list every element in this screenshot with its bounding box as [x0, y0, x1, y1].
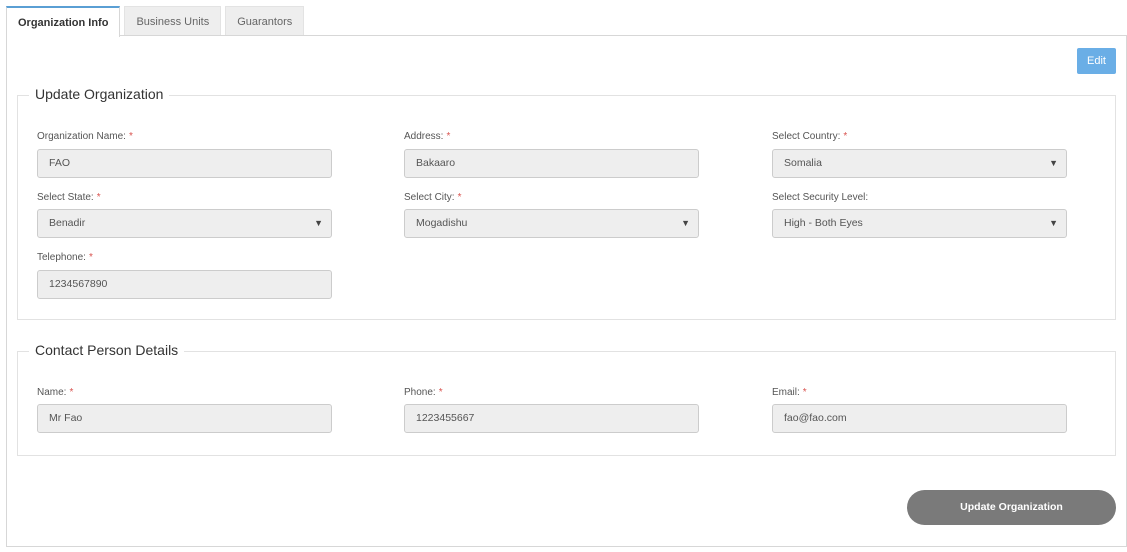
country-select[interactable]: Somalia ▼	[772, 149, 1067, 178]
chevron-down-icon: ▼	[681, 218, 690, 228]
tab-business-units[interactable]: Business Units	[124, 6, 222, 36]
country-select-value: Somalia	[784, 157, 822, 169]
update-organization-button[interactable]: Update Organization	[907, 490, 1116, 525]
org-name-input[interactable]: FAO	[37, 149, 332, 178]
chevron-down-icon: ▼	[1049, 158, 1058, 168]
contact-email-input[interactable]: fao@fao.com	[772, 404, 1067, 433]
contact-phone-input[interactable]: 1223455667	[404, 404, 699, 433]
city-select-value: Mogadishu	[416, 217, 468, 229]
org-name-label: Organization Name: *	[37, 131, 133, 142]
contact-name-input[interactable]: Mr Fao	[37, 404, 332, 433]
city-label: Select City: *	[404, 192, 462, 203]
contact-person-title: Contact Person Details	[29, 342, 185, 358]
tab-guarantors[interactable]: Guarantors	[225, 6, 305, 36]
country-label: Select Country: *	[772, 131, 848, 142]
chevron-down-icon: ▼	[1049, 218, 1058, 228]
edit-button[interactable]: Edit	[1077, 48, 1116, 74]
tab-bar: Organization Info Business Units Guarant…	[6, 6, 308, 37]
tab-organization-info[interactable]: Organization Info	[6, 6, 121, 37]
state-select-value: Benadir	[49, 217, 86, 229]
contact-phone-label: Phone: *	[404, 387, 443, 398]
state-label: Select State: *	[37, 192, 101, 203]
update-organization-title: Update Organization	[29, 86, 170, 102]
security-level-label: Select Security Level:	[772, 192, 869, 203]
address-input[interactable]: Bakaaro	[404, 149, 699, 178]
security-level-select[interactable]: High - Both Eyes ▼	[772, 209, 1067, 238]
address-label: Address: *	[404, 131, 451, 142]
contact-name-label: Name: *	[37, 387, 74, 398]
telephone-input[interactable]: 1234567890	[37, 270, 332, 299]
telephone-label: Telephone: *	[37, 252, 93, 263]
city-select[interactable]: Mogadishu ▼	[404, 209, 699, 238]
chevron-down-icon: ▼	[314, 218, 323, 228]
contact-email-label: Email: *	[772, 387, 807, 398]
state-select[interactable]: Benadir ▼	[37, 209, 332, 238]
security-level-select-value: High - Both Eyes	[784, 217, 863, 229]
